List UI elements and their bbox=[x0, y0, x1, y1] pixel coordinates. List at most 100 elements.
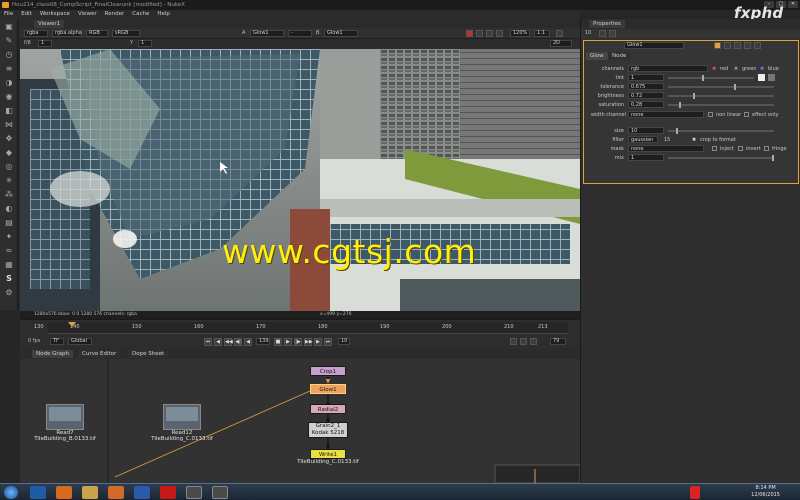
3d-icon[interactable]: ◆ bbox=[4, 148, 14, 158]
channels-select[interactable]: rgb bbox=[628, 65, 708, 72]
node-graph[interactable]: Crop1 Glow1 Radial2 Grain2_1 Kodak 5218 … bbox=[20, 359, 580, 483]
time-icon[interactable]: ◷ bbox=[4, 50, 14, 60]
increment-field[interactable]: 10 bbox=[338, 338, 350, 345]
crop-to-format-checkbox[interactable]: ✖ bbox=[692, 136, 696, 144]
menu-help[interactable]: Help bbox=[157, 10, 170, 19]
metadata-icon[interactable]: ✳ bbox=[4, 176, 14, 186]
fringe-checkbox[interactable] bbox=[764, 146, 769, 151]
image-icon[interactable]: ▣ bbox=[4, 22, 14, 32]
filter-quality-field[interactable]: 15 bbox=[664, 136, 670, 144]
tab-curve-editor[interactable]: Curve Editor bbox=[78, 350, 121, 358]
tab-glow[interactable]: Glow bbox=[586, 52, 608, 60]
node-color-icon[interactable] bbox=[714, 42, 721, 49]
pause-icon[interactable] bbox=[486, 30, 493, 37]
brightness-slider[interactable] bbox=[668, 93, 774, 99]
particles-icon[interactable]: ⁂ bbox=[4, 190, 14, 200]
tint-field[interactable]: 1 bbox=[628, 74, 664, 81]
tab-properties[interactable]: Properties bbox=[589, 20, 625, 28]
end-frame-field[interactable]: 79 bbox=[550, 338, 566, 345]
radial2-node[interactable]: Radial2 bbox=[310, 404, 346, 414]
play-backward-button[interactable]: ◀◀ bbox=[224, 338, 233, 346]
colorspace-select[interactable]: RGB bbox=[86, 30, 108, 37]
channels-select[interactable]: rgba bbox=[24, 30, 48, 37]
ie-icon[interactable] bbox=[30, 486, 46, 499]
menu-workspace[interactable]: Workspace bbox=[40, 10, 70, 19]
step-back-button[interactable]: ◀| bbox=[234, 338, 242, 346]
inject-checkbox[interactable] bbox=[712, 146, 717, 151]
red-checkbox[interactable]: ✖ bbox=[712, 65, 716, 73]
revert-icon[interactable] bbox=[734, 42, 741, 49]
blue-checkbox[interactable]: ✖ bbox=[760, 65, 764, 73]
tray-icon[interactable] bbox=[690, 486, 700, 499]
invert-checkbox[interactable] bbox=[738, 146, 743, 151]
ratio-select[interactable]: 1:1 bbox=[534, 30, 550, 37]
frame-ruler[interactable]: 130 140 150 160 170 180 190 200 210 213 bbox=[34, 322, 568, 334]
tf-select[interactable]: TF bbox=[50, 338, 64, 345]
settings-icon[interactable]: ⚙ bbox=[4, 288, 14, 298]
loop-icon[interactable] bbox=[510, 338, 517, 345]
mask-select[interactable]: none bbox=[628, 145, 704, 152]
menu-edit[interactable]: Edit bbox=[21, 10, 32, 19]
tab-dope-sheet[interactable]: Dope Sheet bbox=[128, 350, 169, 358]
size-slider[interactable] bbox=[668, 128, 774, 134]
help-icon[interactable] bbox=[724, 42, 731, 49]
alpha-select[interactable]: rgba.alpha bbox=[52, 30, 82, 37]
grain2-node[interactable]: Grain2_1 Kodak 5218 bbox=[308, 422, 348, 438]
deep-icon[interactable]: ◐ bbox=[4, 204, 14, 214]
script-icon[interactable]: S bbox=[4, 274, 14, 284]
prev-keyframe-button[interactable]: ◀ bbox=[214, 338, 222, 346]
clear-panel-icon[interactable] bbox=[609, 30, 616, 37]
other-icon[interactable]: ✦ bbox=[4, 232, 14, 242]
explorer-icon[interactable] bbox=[82, 486, 98, 499]
glow1-node[interactable]: Glow1 bbox=[310, 384, 346, 394]
fast-forward-button[interactable]: ▶▶ bbox=[304, 338, 313, 346]
roi-icon[interactable] bbox=[466, 30, 473, 37]
effect-only-checkbox[interactable] bbox=[744, 112, 749, 117]
next-keyframe-button[interactable]: ▶ bbox=[314, 338, 322, 346]
tolerance-field[interactable]: 0.675 bbox=[628, 83, 664, 90]
saturation-slider[interactable] bbox=[668, 102, 774, 108]
nuke-taskbar-icon-2[interactable] bbox=[212, 486, 228, 499]
menu-file[interactable]: File bbox=[4, 10, 13, 19]
views-icon[interactable]: ◎ bbox=[4, 162, 14, 172]
cache-icon[interactable] bbox=[530, 338, 537, 345]
tab-viewer1[interactable]: Viewer1 bbox=[34, 20, 65, 28]
stop-button[interactable]: ■ bbox=[274, 338, 282, 346]
back-increment-button[interactable]: ◀ bbox=[244, 338, 252, 346]
gamma-field[interactable]: 1 bbox=[138, 40, 152, 47]
tint-slider[interactable] bbox=[668, 75, 754, 81]
tab-node-graph[interactable]: Node Graph bbox=[32, 350, 73, 358]
plugins-icon[interactable]: ▦ bbox=[4, 260, 14, 270]
color-picker-icon[interactable] bbox=[768, 74, 775, 81]
nuke-taskbar-icon[interactable] bbox=[186, 486, 202, 499]
read12-node[interactable] bbox=[163, 404, 201, 430]
width-channel-select[interactable]: none bbox=[628, 111, 704, 118]
blend-select[interactable]: - bbox=[288, 30, 312, 37]
merge-icon[interactable]: ⋈ bbox=[4, 120, 14, 130]
zoom-select[interactable]: 120% bbox=[510, 30, 530, 37]
write1-node[interactable]: Write1 bbox=[310, 449, 346, 459]
menu-render[interactable]: Render bbox=[105, 10, 125, 19]
view-mode-select[interactable]: 2D bbox=[550, 40, 572, 47]
close-panel-icon[interactable] bbox=[754, 42, 761, 49]
input-b-select[interactable]: Glow1 bbox=[324, 30, 358, 37]
refresh-icon[interactable] bbox=[496, 30, 503, 37]
non-linear-checkbox[interactable] bbox=[708, 112, 713, 117]
furnace-icon[interactable]: ≈ bbox=[4, 246, 14, 256]
size-field[interactable]: 10 bbox=[628, 127, 664, 134]
menu-viewer[interactable]: Viewer bbox=[78, 10, 97, 19]
menu-cache[interactable]: Cache bbox=[132, 10, 149, 19]
viewer-menu-icon[interactable] bbox=[556, 30, 563, 37]
tab-node[interactable]: Node bbox=[608, 52, 631, 60]
filter-select[interactable]: gaussian bbox=[628, 136, 658, 143]
filter-icon[interactable]: ◉ bbox=[4, 92, 14, 102]
close-button[interactable]: ✕ bbox=[788, 1, 798, 8]
lock-icon[interactable] bbox=[476, 30, 483, 37]
brightness-field[interactable]: 0.72 bbox=[628, 92, 664, 99]
toolsets-icon[interactable]: ▤ bbox=[4, 218, 14, 228]
step-forward-button[interactable]: |▶ bbox=[294, 338, 302, 346]
green-checkbox[interactable]: ✖ bbox=[734, 65, 738, 73]
start-button[interactable] bbox=[4, 486, 18, 499]
flipbook-icon[interactable] bbox=[520, 338, 527, 345]
viewer-image[interactable] bbox=[20, 49, 580, 319]
